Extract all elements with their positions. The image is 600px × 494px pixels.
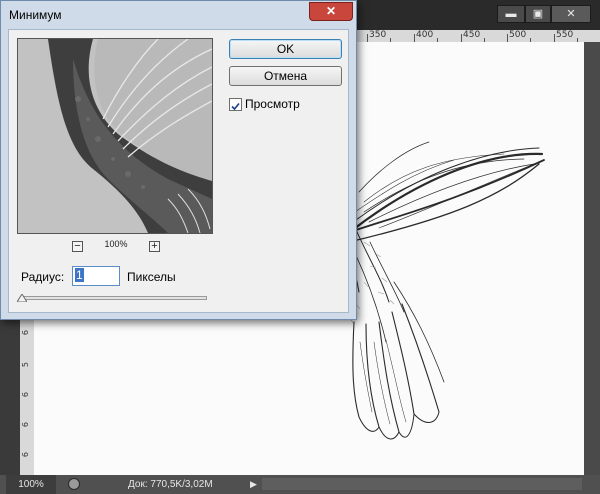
close-icon[interactable]: ✕: [309, 2, 353, 21]
ruler-left: 6 5 6 6 6: [20, 320, 35, 475]
preview-bird-photo: [18, 39, 212, 233]
cancel-button[interactable]: Отмена: [229, 66, 342, 86]
ruler-label: 400: [416, 30, 434, 40]
preview-zoom-value: 100%: [104, 239, 128, 249]
radius-label: Радиус:: [21, 270, 65, 284]
ruler-label: 6: [21, 422, 30, 428]
ruler-label: 6: [21, 330, 30, 336]
status-bar: 100% Док: 770,5K/3,02M ▶: [0, 475, 600, 494]
ruler-label: 6: [21, 392, 30, 398]
ruler-tick: [507, 34, 508, 42]
tools-panel-edge: [0, 320, 20, 475]
app-close-icon[interactable]: ✕: [551, 5, 591, 23]
ruler-label: 350: [369, 30, 387, 40]
status-menu-arrow-icon[interactable]: ▶: [250, 475, 257, 494]
ok-button[interactable]: OK: [229, 39, 342, 59]
ruler-label: 450: [463, 30, 481, 40]
ruler-label: 500: [509, 30, 527, 40]
ruler-tick: [554, 34, 555, 42]
radius-input[interactable]: 1: [72, 266, 120, 286]
status-zoom[interactable]: 100%: [6, 475, 56, 494]
ruler-tick: [461, 34, 462, 42]
slider-thumb-icon[interactable]: [17, 294, 27, 302]
radius-slider[interactable]: [21, 296, 207, 300]
minimize-icon[interactable]: ▬: [497, 5, 525, 23]
maximize-icon[interactable]: ▣: [525, 5, 551, 23]
preview-checkbox[interactable]: [229, 98, 242, 111]
radius-unit-label: Пикселы: [127, 270, 176, 284]
ruler-tick: [414, 34, 415, 42]
dialog-title: Минимум: [9, 8, 62, 22]
dialog-titlebar[interactable]: Минимум ✕: [1, 1, 356, 29]
checkmark-icon: [231, 102, 240, 111]
dialog-body: − 100% + Радиус: 1 Пикселы OK Отмена Про…: [8, 29, 349, 313]
horizontal-scrollbar[interactable]: [262, 478, 582, 490]
ruler-label: 550: [556, 30, 574, 40]
minimum-filter-dialog: Минимум ✕ − 100% + Радиус: 1 Пикселы OK …: [0, 0, 357, 320]
status-doc-size: Док: 770,5K/3,02M: [128, 479, 213, 490]
radius-value[interactable]: 1: [75, 268, 84, 282]
status-info-icon[interactable]: [68, 478, 80, 490]
ruler-label: 5: [21, 362, 30, 368]
ruler-tick: [367, 34, 368, 42]
preview-checkbox-label[interactable]: Просмотр: [245, 97, 300, 111]
zoom-in-icon[interactable]: +: [149, 241, 160, 252]
vertical-scrollbar[interactable]: [584, 42, 600, 475]
ruler-label: 6: [21, 452, 30, 458]
filter-preview-image[interactable]: [17, 38, 213, 234]
zoom-out-icon[interactable]: −: [72, 241, 83, 252]
